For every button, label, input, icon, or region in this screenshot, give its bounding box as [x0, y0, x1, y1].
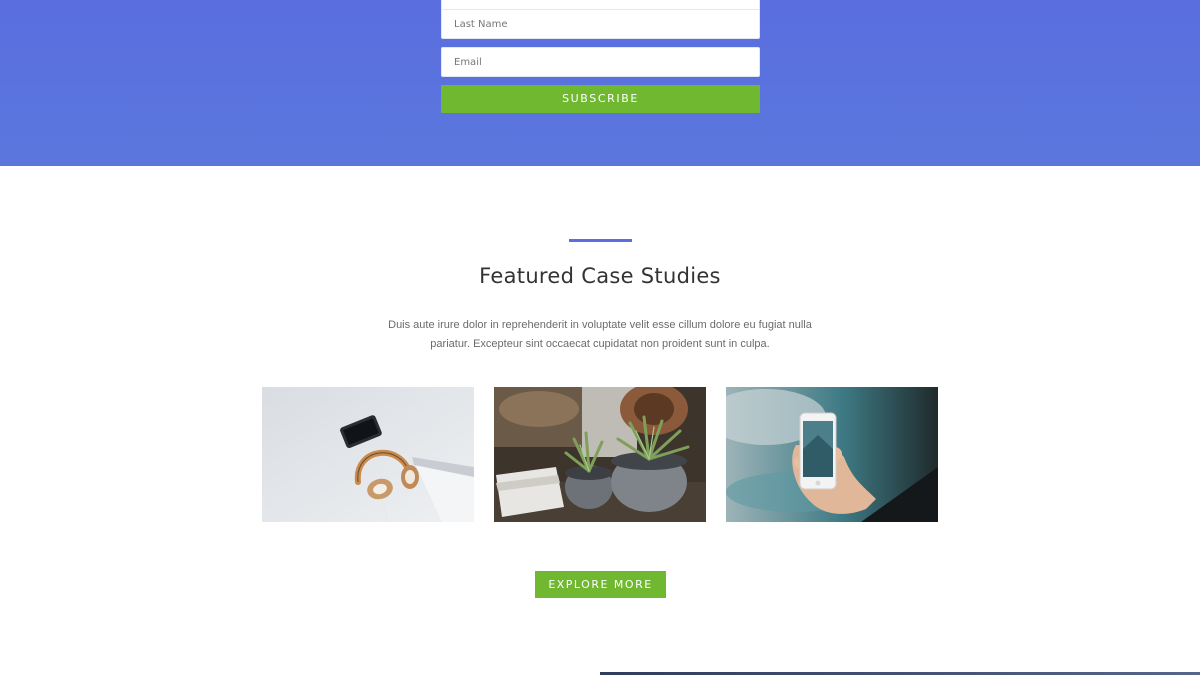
subscribe-hero: SUBSCRIBE — [0, 0, 1200, 166]
last-name-field[interactable] — [441, 9, 760, 39]
subscribe-button[interactable]: SUBSCRIBE — [441, 85, 760, 113]
case-study-image-headphones[interactable] — [262, 387, 474, 522]
case-study-image-smartphone[interactable] — [726, 387, 938, 522]
section-description: Duis aute irure dolor in reprehenderit i… — [388, 319, 812, 350]
section-divider — [569, 239, 632, 242]
explore-more-button[interactable]: EXPLORE MORE — [535, 571, 666, 598]
section-title: Featured Case Studies — [479, 264, 721, 288]
email-field[interactable] — [441, 47, 760, 77]
case-study-image-plants[interactable] — [494, 387, 706, 522]
